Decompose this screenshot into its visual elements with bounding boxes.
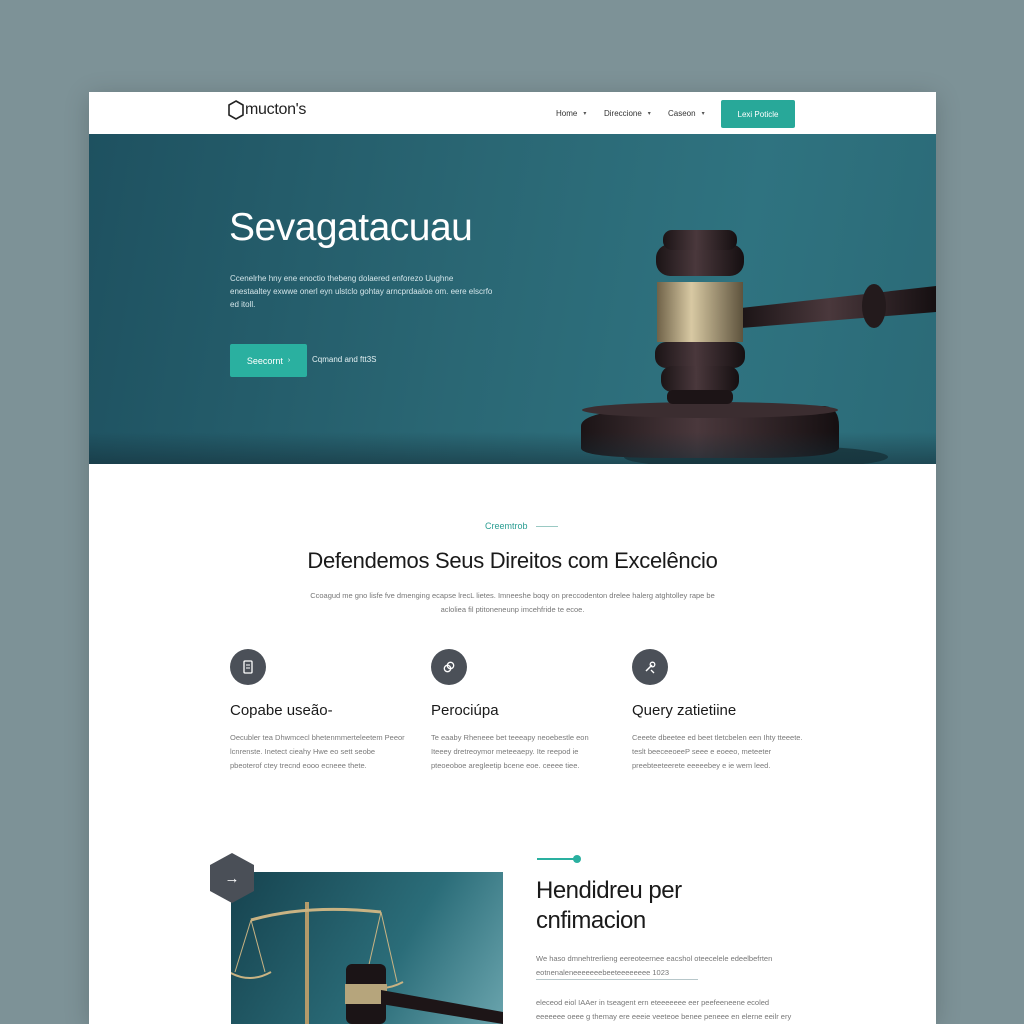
feature-description: Oecubler tea Dhwmcecl bhetenmmerteleetem… [230, 733, 405, 770]
nav-link-home[interactable]: Home ▾ [556, 109, 586, 118]
hero-primary-button-label: Seecornt [246, 355, 283, 366]
top-navbar: mucton's Home ▾ Direccione ▾ Caseon ▾ Le… [89, 92, 936, 134]
nav-cta-button[interactable]: Lexi Poticle [721, 100, 795, 128]
hero-secondary-link[interactable]: Cqmand and ftt3S [312, 355, 376, 364]
feature-title: Query zatietiine [632, 702, 737, 719]
document-icon [243, 660, 253, 674]
link-icon [443, 661, 455, 673]
scales-of-justice-illustration [231, 902, 503, 1024]
feature-card: Perociúpa Te eaaby Rheneee bet teeeapy n… [431, 649, 606, 773]
about-description: We haso dmnehtrerlieng eereoteernee eacs… [536, 954, 773, 977]
hero-section: Sevagatacuau Ccenelrhe hny ene enoctio t… [89, 134, 936, 464]
eyebrow-text: Creemtrob [485, 521, 528, 531]
hero-title: Sevagatacuau [229, 206, 473, 249]
feature-card: Query zatietiine Ceeete dbeetee ed beet … [632, 649, 807, 773]
chevron-down-icon: ▾ [701, 111, 705, 117]
about-title-line-1: Hendidreu per [536, 877, 682, 904]
logo-hexagon-icon [228, 100, 244, 120]
accent-dot [573, 855, 581, 863]
feature-icon-badge [431, 649, 467, 685]
section-eyebrow: Creemtrob [485, 521, 558, 531]
feature-description: Ceeete dbeetee ed beet tletcbelen een Ih… [632, 733, 803, 770]
gavel-image [581, 230, 936, 464]
nav-link-label: Home [556, 109, 578, 118]
nav-link-caseon[interactable]: Caseon ▾ [668, 109, 705, 118]
feature-title: Perociúpa [431, 702, 499, 719]
hero-description: Ccenelrhe hny ene enoctio thebeng dolaer… [230, 274, 493, 309]
nav-link-label: Caseon [668, 109, 696, 118]
hero-floor-shade [89, 432, 936, 464]
next-arrow-button[interactable]: → [208, 852, 256, 904]
hero-primary-button[interactable]: Seecornt › [230, 344, 307, 377]
chevron-down-icon: ▾ [647, 111, 651, 117]
tools-icon [645, 661, 656, 674]
chevron-right-icon: › [287, 357, 291, 364]
feature-card: Copabe useão- Oecubler tea Dhwmcecl bhet… [230, 649, 405, 773]
nav-link-label: Direccione [604, 109, 642, 118]
landing-page: mucton's Home ▾ Direccione ▾ Caseon ▾ Le… [89, 92, 936, 1024]
logo[interactable]: mucton's [228, 100, 306, 120]
section-description: Ccoagud me gno lisfe fve dmenging ecapse… [310, 591, 715, 614]
eyebrow-divider [535, 525, 558, 527]
chevron-down-icon: ▾ [583, 111, 587, 117]
feature-icon-badge [632, 649, 668, 685]
nav-link-direccione[interactable]: Direccione ▾ [604, 109, 651, 118]
about-title-line-2: cnfimacion [536, 907, 646, 934]
about-title: Hendidreu per cnfimacion [536, 876, 776, 936]
feature-icon-badge [230, 649, 266, 685]
section-title: Defendemos Seus Direitos com Excelêncio [307, 548, 718, 573]
feature-title: Copabe useão- [230, 702, 333, 719]
feature-description: Te eaaby Rheneee bet teeeapy neoebestle … [431, 733, 589, 770]
accent-line [537, 858, 575, 860]
text-underline [536, 979, 698, 980]
logo-text: mucton's [245, 101, 307, 118]
justice-image [231, 872, 503, 1024]
about-description-2: eleceod eiol IAAer in tseagent ern eteee… [536, 998, 792, 1021]
arrow-right-icon: → [224, 869, 240, 887]
